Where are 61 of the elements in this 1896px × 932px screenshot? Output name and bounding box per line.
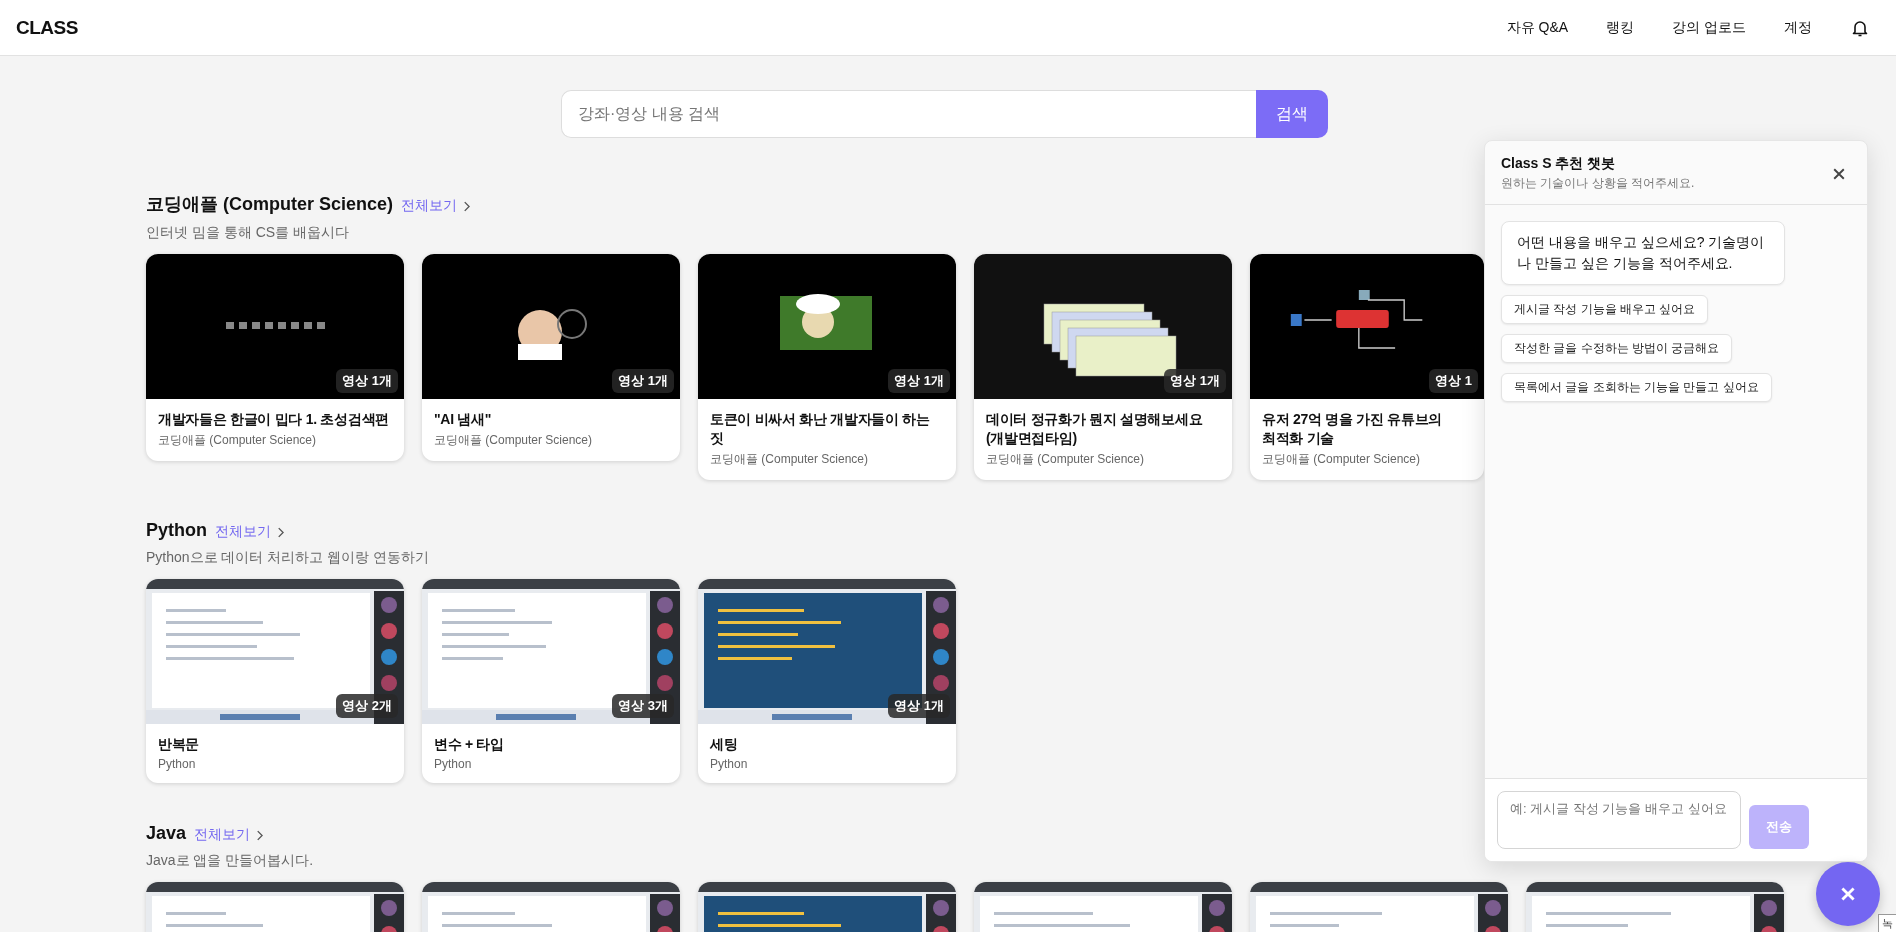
course-card[interactable]: 영상 1개 세팅 Python <box>698 579 956 783</box>
course-card[interactable]: 영상 2개 반복문 Python <box>146 579 404 783</box>
suggestion-chip[interactable]: 게시글 작성 기능을 배우고 싶어요 <box>1501 295 1709 324</box>
course-title: 데이터 정규화가 뭔지 설명해보세요 (개발면접타임) <box>986 410 1204 448</box>
search-field[interactable]: 강좌·영상 내용 검색 <box>561 90 1256 138</box>
section-description: Java로 앱을 만들어봅시다. <box>146 852 315 870</box>
course-title: 세팅 <box>710 735 739 754</box>
chevron-icon <box>463 200 471 212</box>
nav-link[interactable]: 계정 <box>1784 18 1812 37</box>
course-title: 토큰이 비싸서 화난 개발자들이 하는 짓 <box>710 410 931 448</box>
suggestion-chip[interactable]: 작성한 글을 수정하는 방법이 궁금해요 <box>1501 334 1733 363</box>
video-count-badge: 영상 1 <box>1429 369 1478 393</box>
nav-link[interactable]: 자유 Q&A <box>1506 18 1569 37</box>
chatbot-subtitle: 원하는 기술이나 상황을 적어주세요. <box>1501 175 1696 192</box>
video-count-badge: 영상 1개 <box>336 369 398 393</box>
chevron-icon <box>256 829 264 841</box>
course-card[interactable]: 영상 1개 개발자들은 한글이 밉다 1. 초성검색편 코딩애플 (Computer Science) <box>146 254 404 461</box>
video-count-badge: 영상 1개 <box>888 369 950 393</box>
view-all-link[interactable]: 전체보기 <box>215 523 284 541</box>
close-icon <box>1841 887 1855 901</box>
course-author: 코딩애플 (Computer Science) <box>434 432 594 449</box>
course-author: 코딩애플 (Computer Science) <box>986 451 1146 468</box>
course-card[interactable]: 영상 1개 토큰이 비싸서 화난 개발자들이 하는 짓 코딩애플 (Computer Science) <box>698 254 956 480</box>
close-icon <box>1833 167 1845 180</box>
video-count-badge: 영상 1개 <box>888 694 950 718</box>
section-title: 코딩애플 (Computer Science) <box>146 193 394 216</box>
course-card[interactable]: 영상 1 유저 27억 명을 가진 유튜브의 최적화 기술 코딩애플 (Computer Science) <box>1250 254 1484 480</box>
course-title: 반복문 <box>158 735 201 754</box>
section-description: 인터넷 밈을 통해 CS를 배웁시다 <box>146 224 350 242</box>
view-all-link[interactable]: 전체보기 <box>194 826 264 844</box>
tooltip: 녹 <box>1878 914 1896 932</box>
bot-message: 어떤 내용을 배우고 싶으세요? 기술명이나 만들고 싶은 기능을 적어주세요. <box>1501 221 1785 285</box>
course-title: "AI 냄새" <box>434 410 493 429</box>
video-count-badge: 영상 1개 <box>612 369 674 393</box>
course-author: 코딩애플 (Computer Science) <box>710 451 870 468</box>
course-card[interactable]: 영상 3개 변수 + 타입 Python <box>422 579 680 783</box>
course-card[interactable]: 영상 1개 "AI 냄새" 코딩애플 (Computer Science) <box>422 254 680 461</box>
nav-link[interactable]: 랭킹 <box>1606 18 1635 37</box>
course-title: 개발자들은 한글이 밉다 1. 초성검색편 <box>158 410 390 429</box>
course-card[interactable]: 영상 1개 데이터 정규화가 뭔지 설명해보세요 (개발면접타임) 코딩애플 (Computer Science) <box>974 254 1232 480</box>
course-author: Python <box>158 757 197 771</box>
view-all-link[interactable]: 전체보기 <box>401 197 471 215</box>
section-title: Java <box>146 823 187 844</box>
video-count-badge: 영상 2개 <box>336 694 398 718</box>
chatbot-title: Class S 추천 챗봇 <box>1501 155 1617 173</box>
suggestion-chip[interactable]: 목록에서 글을 조회하는 기능을 만들고 싶어요 <box>1501 373 1772 402</box>
video-count-badge: 영상 1개 <box>1164 369 1226 393</box>
course-author: 코딩애플 (Computer Science) <box>1262 451 1422 468</box>
course-title: 유저 27억 명을 가진 유튜브의 최적화 기술 <box>1262 410 1444 448</box>
course-title: 변수 + 타입 <box>434 735 505 754</box>
course-author: Python <box>434 757 473 771</box>
nav-link[interactable]: 강의 업로드 <box>1672 18 1746 37</box>
section-description: Python으로 데이터 처리하고 웹이랑 연동하기 <box>146 549 431 567</box>
course-author: 코딩애플 (Computer Science) <box>158 432 318 449</box>
message-field[interactable]: 예: 게시글 작성 기능을 배우고 싶어요 <box>1497 791 1741 849</box>
course-author: Python <box>710 757 749 771</box>
logo[interactable]: CLASS <box>16 16 78 39</box>
chevron-icon <box>277 526 284 538</box>
section-title: Python <box>146 520 207 541</box>
video-count-badge: 영상 3개 <box>612 694 674 718</box>
search-button[interactable]: 검색 <box>1256 90 1328 138</box>
